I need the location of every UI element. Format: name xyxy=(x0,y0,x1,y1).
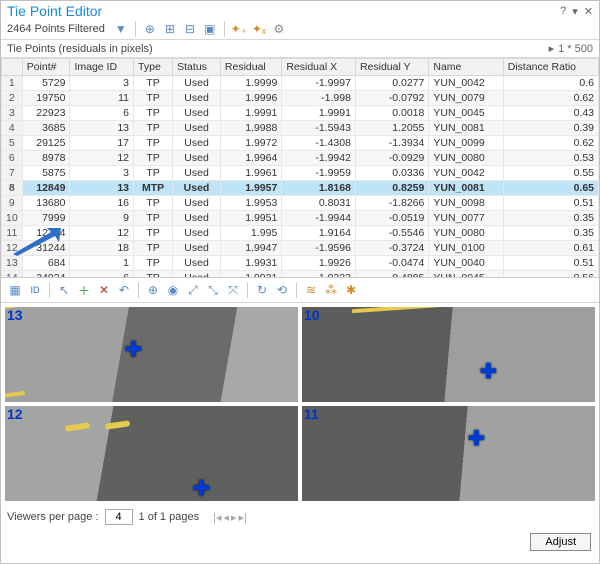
undo-icon[interactable]: ↶ xyxy=(116,282,132,298)
table-row[interactable]: 91368016TPUsed1.99530.8031-1.8266YUN_009… xyxy=(2,196,599,211)
column-header[interactable]: Distance Ratio xyxy=(503,59,598,76)
viewers-per-page-label: Viewers per page : xyxy=(7,511,99,523)
expand-icon[interactable]: ⤢ xyxy=(185,282,201,298)
table-row[interactable]: 136841TPUsed1.99311.9926-0.0474YUN_00400… xyxy=(2,256,599,271)
remove-tool-icon[interactable]: ✕ xyxy=(96,282,112,298)
page-last-icon[interactable]: ▸| xyxy=(239,511,247,524)
tie-point-marker[interactable]: ✚ xyxy=(125,337,142,362)
page-next-icon[interactable]: ▸ xyxy=(231,511,237,524)
column-header[interactable]: Status xyxy=(173,59,221,76)
fit-icon[interactable]: ⤧ xyxy=(225,282,241,298)
gear-icon[interactable]: ⚙ xyxy=(271,21,287,37)
viewer-id-label: 12 xyxy=(7,406,23,422)
adjust2-icon[interactable]: ⁂ xyxy=(323,282,339,298)
tie-point-marker[interactable]: ✚ xyxy=(193,476,210,501)
column-header[interactable]: Residual xyxy=(220,59,281,76)
table-row[interactable]: 1079999TPUsed1.9951-1.9944-0.0519YUN_007… xyxy=(2,211,599,226)
filtered-count: 2464 Points Filtered xyxy=(7,23,105,35)
tie-point-marker[interactable]: ✚ xyxy=(480,359,497,384)
adjust3-icon[interactable]: ✱ xyxy=(343,282,359,298)
minimize-icon[interactable]: ▾ xyxy=(572,5,578,18)
column-header[interactable]: Name xyxy=(429,59,503,76)
viewer-id-label: 13 xyxy=(7,307,23,323)
viewers-per-page-input[interactable] xyxy=(105,509,133,525)
column-header[interactable]: Image ID xyxy=(70,59,134,76)
close-icon[interactable]: ✕ xyxy=(584,5,593,18)
add-tool-icon[interactable]: ＋ xyxy=(76,282,92,298)
table-row[interactable]: 6897812TPUsed1.9964-1.9942-0.0929YUN_008… xyxy=(2,151,599,166)
image-viewer[interactable]: 13 ✚ xyxy=(5,307,298,402)
table-row[interactable]: 81284913MTPUsed1.99571.81680.8259YUN_008… xyxy=(2,181,599,196)
add-point-icon[interactable]: ⊕ xyxy=(142,21,158,37)
table-row[interactable]: 157293TPUsed1.9999-1.99970.0277YUN_00420… xyxy=(2,76,599,91)
select-tool-icon[interactable]: ↖ xyxy=(56,282,72,298)
focus-icon[interactable]: ◉ xyxy=(165,282,181,298)
table-row[interactable]: 4368513TPUsed1.9988-1.59431.2055YUN_0081… xyxy=(2,121,599,136)
table-row[interactable]: 14249346TPUsed1.9931-1.93230.4885YUN_004… xyxy=(2,271,599,279)
help-icon[interactable]: ? xyxy=(560,5,566,18)
page-prev-icon[interactable]: ◂ xyxy=(223,511,229,524)
star-add-icon[interactable]: ✦₊ xyxy=(231,21,247,37)
table-row[interactable]: 52912517TPUsed1.9972-1.4308-1.3934YUN_00… xyxy=(2,136,599,151)
column-header[interactable]: Point# xyxy=(22,59,70,76)
page-first-icon[interactable]: |◂ xyxy=(213,511,221,524)
delete-point-icon[interactable]: ⊟ xyxy=(182,21,198,37)
target-icon[interactable]: ⊕ xyxy=(145,282,161,298)
adjust-button[interactable]: Adjust xyxy=(530,533,591,551)
box-tool-icon[interactable]: ▣ xyxy=(202,21,218,37)
image-viewer[interactable]: 11 ✚ xyxy=(302,406,595,501)
column-header[interactable]: Residual Y xyxy=(355,59,428,76)
link-point-icon[interactable]: ⊞ xyxy=(162,21,178,37)
viewer-id-label: 11 xyxy=(304,406,319,422)
id-toggle-icon[interactable]: ID xyxy=(27,282,43,298)
table-row[interactable]: 21975011TPUsed1.9996-1.998-0.0792YUN_007… xyxy=(2,91,599,106)
page-count: 1 of 1 pages xyxy=(139,511,200,523)
shrink-icon[interactable]: ⤡ xyxy=(205,282,221,298)
filter-icon[interactable]: ▼ xyxy=(113,21,129,37)
table-row[interactable]: 123124418TPUsed1.9947-1.9596-0.3724YUN_0… xyxy=(2,241,599,256)
tie-point-marker[interactable]: ✚ xyxy=(468,426,485,451)
table-caption: Tie Points (residuals in pixels) xyxy=(7,43,153,55)
pager-prev-icon[interactable]: ▸ xyxy=(549,43,555,55)
image-viewer[interactable]: 12 ✚ xyxy=(5,406,298,501)
table-row[interactable]: 111274412TPUsed1.9951.9164-0.5546YUN_008… xyxy=(2,226,599,241)
pager-range: 1 * 500 xyxy=(558,43,593,55)
star-remove-icon[interactable]: ✦ₓ xyxy=(251,21,267,37)
adjust1-icon[interactable]: ≋ xyxy=(303,282,319,298)
grid-layout-icon[interactable]: ▦ xyxy=(7,282,23,298)
tie-points-table: Point#Image IDTypeStatusResidualResidual… xyxy=(1,58,599,278)
table-row[interactable]: 758753TPUsed1.9961-1.99590.0336YUN_00420… xyxy=(2,166,599,181)
sync-icon[interactable]: ⟲ xyxy=(274,282,290,298)
column-header[interactable]: Residual X xyxy=(282,59,356,76)
image-viewer[interactable]: 10 ✚ xyxy=(302,307,595,402)
panel-title: Tie Point Editor xyxy=(7,3,102,19)
viewer-id-label: 10 xyxy=(304,307,320,323)
column-header[interactable]: Type xyxy=(134,59,173,76)
table-row[interactable]: 3229236TPUsed1.99911.99910.0018YUN_00450… xyxy=(2,106,599,121)
refresh-icon[interactable]: ↻ xyxy=(254,282,270,298)
